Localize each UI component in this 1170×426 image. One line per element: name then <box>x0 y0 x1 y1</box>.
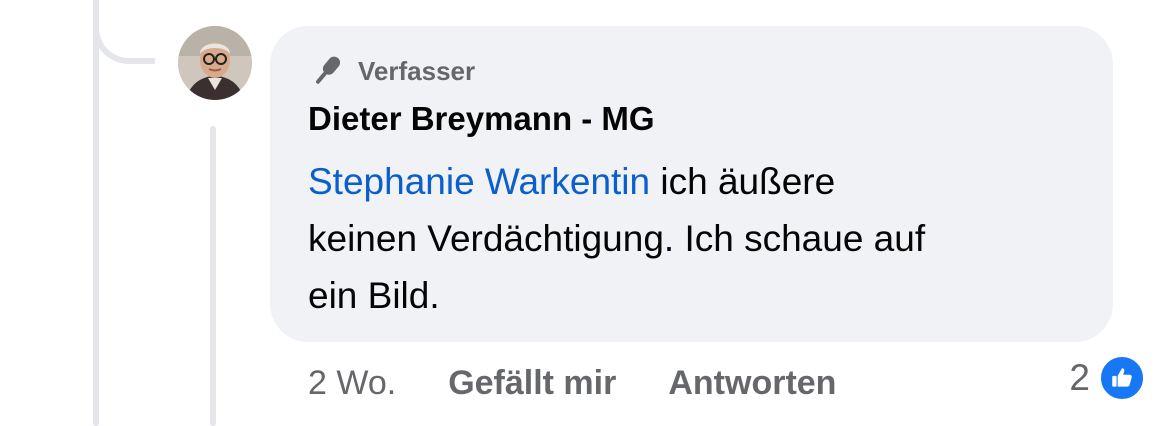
comment-line-3: ein Bild. <box>308 275 440 316</box>
thread-line-parent <box>93 0 99 426</box>
thread-line-reply <box>210 126 216 426</box>
thread-connector-curve <box>93 0 155 64</box>
mention-link[interactable]: Stephanie Warkentin <box>308 161 650 202</box>
thumbs-up-icon <box>1098 354 1146 402</box>
badge-label: Verfasser <box>358 55 476 86</box>
microphone-icon <box>316 56 341 84</box>
comment-thread: Verfasser Dieter Breymann - MG Stephanie… <box>0 0 1170 426</box>
comment-line-1-text: ich äußere <box>650 161 836 202</box>
timestamp[interactable]: 2 Wo. <box>308 364 396 403</box>
reaction-count: 2 <box>1069 357 1090 398</box>
author-badge: Verfasser <box>308 52 475 90</box>
comment-actions: 2 Wo. Gefällt mir Antworten <box>308 361 888 405</box>
comment-line-2: keinen Verdächtigung. Ich schaue auf <box>308 218 926 259</box>
like-button[interactable]: Gefällt mir <box>448 364 616 403</box>
reply-button[interactable]: Antworten <box>668 364 836 403</box>
reaction-summary[interactable]: 2 <box>1069 354 1146 402</box>
comment-bubble: Verfasser Dieter Breymann - MG Stephanie… <box>270 26 1113 342</box>
comment-text: Stephanie Warkentin ich äußere keinen Ve… <box>308 153 1098 324</box>
avatar[interactable] <box>178 26 252 100</box>
author-name[interactable]: Dieter Breymann - MG <box>308 100 655 138</box>
comment-line-1: Stephanie Warkentin ich äußere <box>308 153 1098 210</box>
